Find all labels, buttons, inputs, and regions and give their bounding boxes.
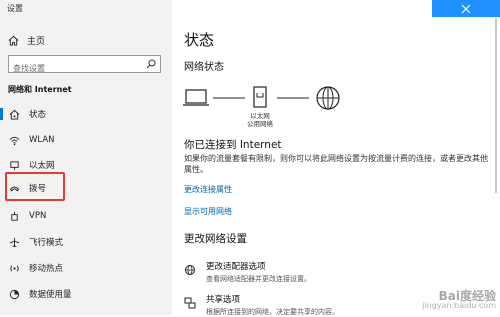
sidebar-item-label: VPN <box>29 211 47 221</box>
home-nav-item[interactable]: 主页 <box>8 34 45 47</box>
sidebar-item-label: 状态 <box>29 110 47 120</box>
wifi-icon <box>8 134 20 146</box>
sidebar-item-hotspot[interactable]: 移动热点 <box>0 258 172 278</box>
sidebar-item-status[interactable]: 状态 <box>0 104 172 124</box>
connection-description: 如果你的流量套餐有限制，则你可以将此网络设置为按流量计费的连接，或者更改其他属性… <box>184 154 488 174</box>
watermark: Bai度经验 jingyan.baidu.com <box>422 289 496 311</box>
sidebar-item-data-usage[interactable]: 数据使用量 <box>0 284 172 304</box>
search-box[interactable] <box>8 55 161 77</box>
globe-adapter-icon <box>184 260 198 284</box>
sidebar-item-vpn[interactable]: VPN <box>0 206 172 226</box>
main-content: 状态 网络状态 以太网 公用网络 你已连接到 Internet 如果你的流量套餐… <box>172 0 500 317</box>
section-title: 网络和 Internet <box>8 85 72 94</box>
sidebar-item-label: 以太网 <box>29 161 55 171</box>
show-available-networks-link[interactable]: 显示可用网络 <box>184 206 232 217</box>
close-icon <box>461 4 471 13</box>
sidebar-item-label: 移动热点 <box>29 264 64 274</box>
vpn-icon <box>8 210 20 222</box>
sharing-options-title: 共享选项 <box>206 295 241 305</box>
watermark-logo: Bai度经验 <box>438 289 496 303</box>
change-network-settings-heading: 更改网络设置 <box>184 233 247 245</box>
page-title: 状态 <box>184 31 215 49</box>
network-diagram: 以太网 公用网络 <box>183 86 340 128</box>
connection-status-heading: 你已连接到 Internet <box>184 139 282 151</box>
search-icon[interactable] <box>146 59 156 69</box>
scrollbar[interactable] <box>495 18 497 193</box>
sharing-options-desc: 根据所连接到的网络，决定要共享的内容。 <box>206 308 339 316</box>
search-input[interactable] <box>9 60 142 77</box>
change-connection-properties-link[interactable]: 更改连接属性 <box>184 184 232 195</box>
ethernet-icon <box>8 159 20 171</box>
sidebar-item-airplane[interactable]: 飞行模式 <box>0 232 172 252</box>
home-network-icon <box>8 108 20 120</box>
watermark-url: jingyan.baidu.com <box>422 301 496 310</box>
hotspot-icon <box>8 262 20 274</box>
sidebar-item-label: 飞行模式 <box>29 238 64 248</box>
router-icon <box>253 86 267 108</box>
window-title: 设置 <box>7 4 23 13</box>
adapter-name-label: 以太网 <box>250 111 270 120</box>
home-icon <box>8 35 19 46</box>
sharing-options-item[interactable]: 共享选项 根据所连接到的网络，决定要共享的内容。 <box>184 293 339 317</box>
globe-icon <box>316 86 340 110</box>
adapter-network-type-label: 公用网络 <box>247 119 274 128</box>
adapter-options-desc: 查看网络适配器并更改连接设置。 <box>206 275 311 283</box>
sidebar-item-label: 数据使用量 <box>29 290 72 300</box>
computer-icon <box>183 89 209 106</box>
adapter-options-title: 更改适配器选项 <box>206 262 266 272</box>
sharing-icon <box>184 293 198 317</box>
highlight-annotation <box>5 172 65 201</box>
home-label: 主页 <box>27 37 46 47</box>
sidebar: 设置 主页 网络和 Internet 状态 WLAN <box>0 0 172 315</box>
network-status-heading: 网络状态 <box>184 62 224 73</box>
close-button[interactable] <box>432 0 500 17</box>
data-usage-icon <box>8 288 20 300</box>
sidebar-item-label: WLAN <box>29 135 55 145</box>
adapter-options-item[interactable]: 更改适配器选项 查看网络适配器并更改连接设置。 <box>184 260 311 284</box>
airplane-icon <box>8 236 20 248</box>
sidebar-item-wlan[interactable]: WLAN <box>0 130 172 150</box>
